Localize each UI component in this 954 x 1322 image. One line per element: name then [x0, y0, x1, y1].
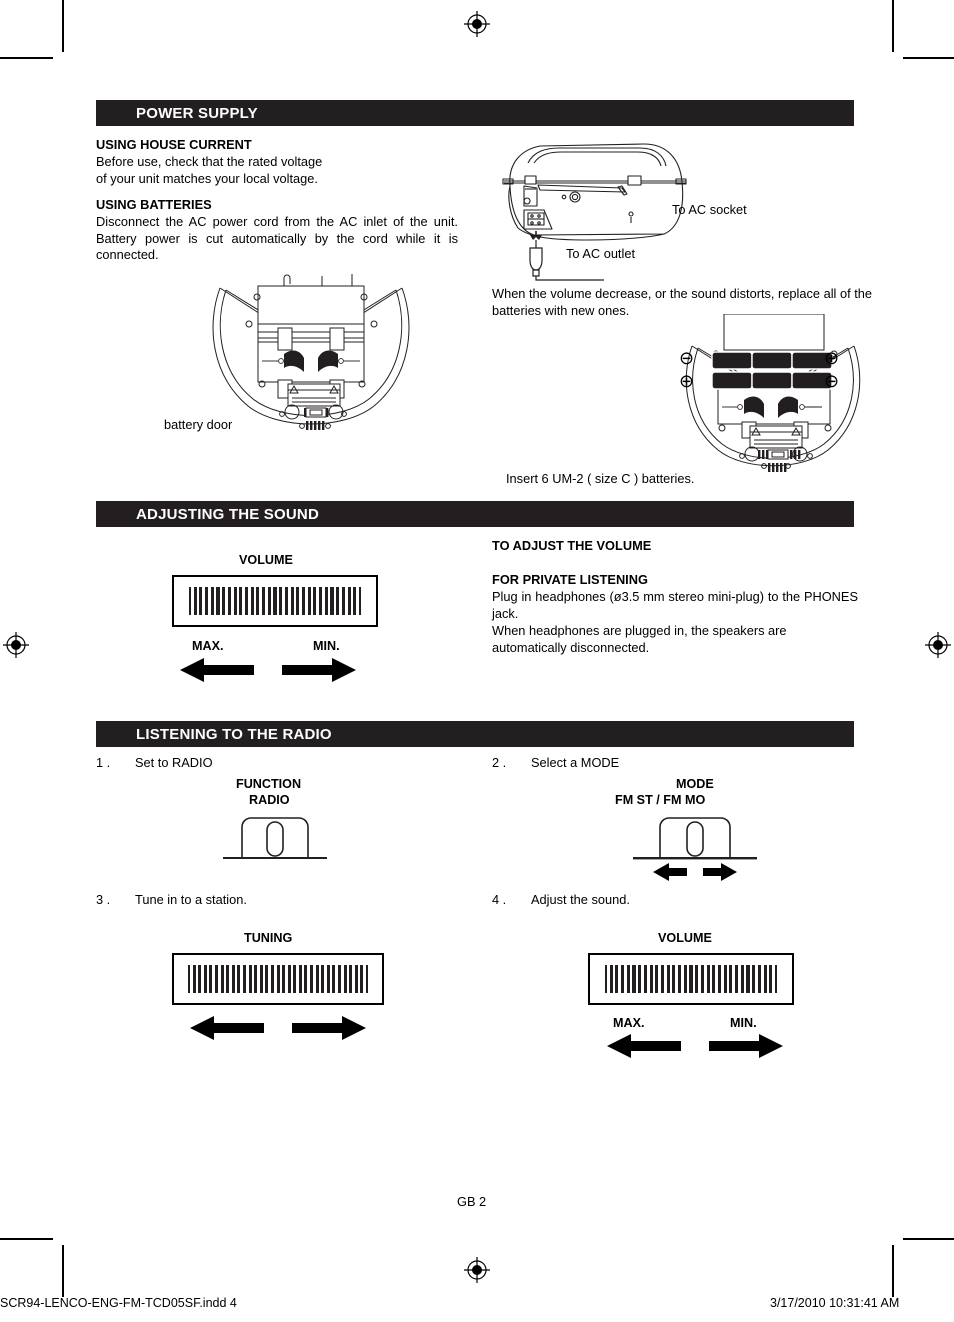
battery-polarity-top-right-plus-icon: ⊕ — [824, 348, 840, 368]
step-1-text: Set to RADIO — [135, 755, 213, 770]
heading-for-private-listening: FOR PRIVATE LISTENING — [492, 572, 648, 587]
label-tuning: TUNING — [244, 931, 293, 945]
text-using-batteries-body: Disconnect the AC power cord from the AC… — [96, 214, 458, 262]
volume-slider-ribs — [189, 587, 361, 615]
text-using-house-current-line1: Before use, check that the rated voltage — [96, 154, 323, 169]
heading-using-batteries: USING BATTERIES — [96, 197, 212, 212]
manual-page: POWER SUPPLY USING HOUSE CURRENT Before … — [0, 0, 954, 1322]
step-4-text: Adjust the sound. — [531, 892, 630, 907]
label-volume-radio-section: VOLUME — [658, 931, 712, 945]
volume-direction-arrows-sound-section — [178, 657, 358, 683]
label-volume-min-sound-section: MIN. — [313, 639, 340, 653]
label-volume-min-radio-section: MIN. — [730, 1016, 757, 1030]
label-to-ac-socket: To AC socket — [672, 202, 747, 217]
step-1-number: 1 . — [96, 755, 111, 770]
label-volume-max-radio-section: MAX. — [613, 1016, 645, 1030]
step-3-number: 3 . — [96, 892, 111, 907]
tuning-slider[interactable] — [172, 953, 384, 1005]
tuning-slider-ribs — [188, 965, 368, 993]
section-header-adjusting-the-sound: ADJUSTING THE SOUND — [96, 501, 854, 527]
step-3-text: Tune in to a station. — [135, 892, 247, 907]
section-header-power-supply-label: POWER SUPPLY — [136, 104, 258, 122]
section-header-adjusting-the-sound-label: ADJUSTING THE SOUND — [136, 505, 319, 523]
text-using-house-current-line2: of your unit matches your local voltage. — [96, 171, 318, 186]
heading-to-adjust-the-volume: TO ADJUST THE VOLUME — [492, 538, 652, 553]
step-2-text: Select a MODE — [531, 755, 620, 770]
caption-insert-batteries: Insert 6 UM-2 ( size C ) batteries. — [506, 471, 695, 486]
battery-polarity-bottom-left-plus-icon: ⊕ — [679, 371, 695, 391]
figure-battery-insertion — [672, 314, 862, 474]
volume-slider-radio-section[interactable] — [588, 953, 794, 1005]
battery-polarity-bottom-right-minus-icon: ⊖ — [824, 371, 840, 391]
label-volume-max-sound-section: MAX. — [192, 639, 224, 653]
text-private-listening-line2: When headphones are plugged in, the spea… — [492, 623, 787, 638]
label-to-ac-outlet: To AC outlet — [566, 246, 636, 261]
function-knob-radio[interactable] — [215, 810, 335, 866]
mode-knob-fm[interactable] — [625, 810, 765, 882]
heading-using-house-current: USING HOUSE CURRENT — [96, 137, 252, 152]
page-number: GB 2 — [457, 1194, 487, 1209]
section-header-listening-to-the-radio: LISTENING TO THE RADIO — [96, 721, 854, 747]
label-volume-sound-section: VOLUME — [239, 553, 293, 567]
battery-polarity-top-left-minus-icon: ⊖ — [679, 348, 695, 368]
footer-timestamp: 3/17/2010 10:31:41 AM — [770, 1296, 900, 1310]
volume-direction-arrows-radio-section — [605, 1033, 785, 1059]
label-mode-value-fm-st-fm-mo: FM ST / FM MO — [615, 793, 706, 807]
text-private-listening-line3: automatically disconnected. — [492, 640, 650, 655]
text-private-listening-body: Plug in headphones (ø3.5 mm stereo mini-… — [492, 589, 858, 621]
volume-slider-radio-ribs — [605, 965, 777, 993]
section-header-power-supply: POWER SUPPLY — [96, 100, 854, 126]
label-mode: MODE — [676, 777, 714, 791]
step-2-number: 2 . — [492, 755, 507, 770]
label-function-value-radio: RADIO — [249, 793, 290, 807]
footer-filename: SCR94-LENCO-ENG-FM-TCD05SF.indd 4 — [0, 1296, 237, 1310]
label-function: FUNCTION — [236, 777, 302, 791]
label-battery-door: battery door — [164, 417, 233, 432]
tuning-direction-arrows — [188, 1015, 368, 1041]
volume-slider-sound-section[interactable] — [172, 575, 378, 627]
figure-battery-door — [196, 266, 426, 438]
section-header-listening-to-the-radio-label: LISTENING TO THE RADIO — [136, 725, 332, 743]
step-4-number: 4 . — [492, 892, 507, 907]
